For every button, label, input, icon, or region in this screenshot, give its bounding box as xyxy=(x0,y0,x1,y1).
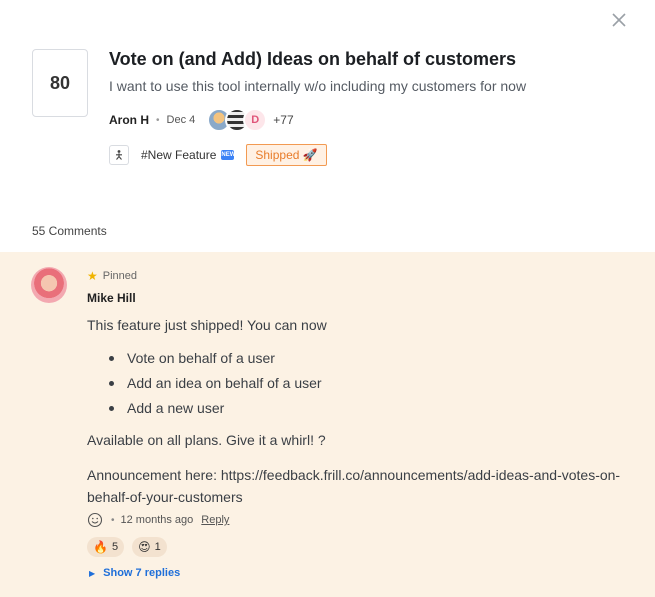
new-badge-icon: NEW xyxy=(221,150,236,160)
avatar: D xyxy=(243,108,268,132)
post-meta: Aron H • Dec 4 D +77 xyxy=(109,107,294,133)
show-replies-label: Show 7 replies xyxy=(103,567,181,579)
assign-button[interactable] xyxy=(109,145,129,165)
close-button[interactable] xyxy=(608,9,630,31)
more-voters-count[interactable]: +77 xyxy=(273,113,293,127)
reaction-fire[interactable]: 🔥 5 xyxy=(87,537,125,557)
separator-dot: • xyxy=(156,114,160,126)
comment-announcement: Announcement here: https://feedback.fril… xyxy=(87,467,621,505)
list-item: Add a new user xyxy=(109,399,322,424)
heart-eyes-icon: 😍 xyxy=(138,540,151,554)
person-icon xyxy=(116,150,122,160)
topic-tag[interactable]: #New Feature NEW xyxy=(141,148,236,162)
fire-icon: 🔥 xyxy=(93,540,108,554)
star-icon: ★ xyxy=(87,269,98,283)
status-badge[interactable]: Shipped 🚀 xyxy=(246,144,327,166)
list-item: Vote on behalf of a user xyxy=(109,349,322,374)
reaction-count: 1 xyxy=(154,541,161,553)
post-tags: #New Feature NEW Shipped 🚀 xyxy=(109,144,327,166)
reaction-heart-eyes[interactable]: 😍 1 xyxy=(132,537,167,557)
comment-author[interactable]: Mike Hill xyxy=(87,291,136,305)
list-item: Add an idea on behalf of a user xyxy=(109,374,322,399)
triangle-right-icon: ▶ xyxy=(89,568,96,578)
reaction-count: 5 xyxy=(111,541,119,553)
post-description: I want to use this tool internally w/o i… xyxy=(109,78,527,94)
vote-button[interactable]: 80 xyxy=(32,49,88,117)
close-icon xyxy=(612,13,626,27)
post-title: Vote on (and Add) Ideas on behalf of cus… xyxy=(109,49,517,69)
comment-actions: • 12 months ago Reply xyxy=(87,511,229,529)
pinned-label: ★ Pinned xyxy=(87,269,137,283)
smile-icon[interactable] xyxy=(87,512,103,528)
avatar[interactable] xyxy=(31,267,67,303)
comment-availability: Available on all plans. Give it a whirl!… xyxy=(87,432,326,448)
topic-tag-label: #New Feature xyxy=(141,148,217,162)
comment-intro: This feature just shipped! You can now xyxy=(87,317,327,333)
separator-dot: • xyxy=(111,514,115,526)
reply-button[interactable]: Reply xyxy=(201,514,229,526)
comment-time: 12 months ago xyxy=(120,514,194,526)
voter-avatars[interactable]: D xyxy=(207,108,268,132)
reactions: 🔥 5 😍 1 xyxy=(87,537,175,557)
show-replies-button[interactable]: ▶ Show 7 replies xyxy=(89,567,180,579)
comments-count: 55 Comments xyxy=(32,224,107,238)
pinned-text: Pinned xyxy=(102,270,138,282)
feature-list: Vote on behalf of a user Add an idea on … xyxy=(109,349,322,424)
post-author[interactable]: Aron H xyxy=(109,113,149,127)
post-date: Dec 4 xyxy=(166,114,196,126)
